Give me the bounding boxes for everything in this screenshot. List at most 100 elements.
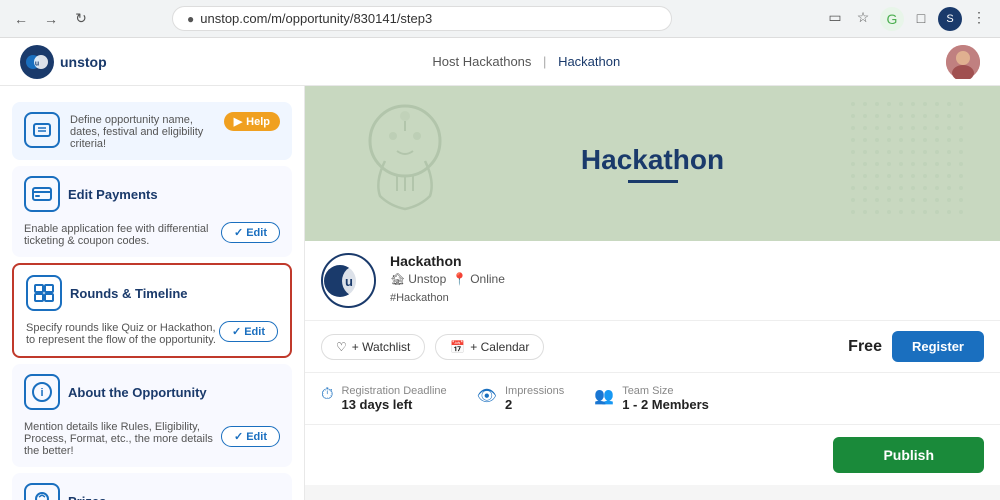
payments-edit-button[interactable]: ✓ Edit bbox=[221, 222, 280, 243]
clock-icon: ⏱ bbox=[321, 386, 333, 404]
team-icon: 👥 bbox=[594, 386, 614, 406]
building-icon: 🏚 bbox=[390, 272, 405, 286]
dots-pattern bbox=[850, 101, 970, 226]
rounds-edit-button[interactable]: ✓ Edit bbox=[219, 321, 278, 342]
deadline-value: 13 days left bbox=[341, 397, 446, 412]
back-button[interactable]: ← bbox=[10, 8, 32, 30]
stats-row: ⏱ Registration Deadline 13 days left 👁 I… bbox=[305, 373, 1000, 425]
cast-icon[interactable]: ▭ bbox=[824, 7, 846, 29]
extension-icon[interactable]: G bbox=[880, 7, 904, 31]
stat-deadline-text: Registration Deadline 13 days left bbox=[341, 385, 446, 412]
svg-text:u: u bbox=[35, 60, 39, 67]
breadcrumb-current: Hackathon bbox=[558, 54, 620, 69]
prizes-header: Prizes bbox=[24, 483, 280, 500]
hero-underline bbox=[628, 180, 678, 183]
publish-button[interactable]: Publish bbox=[833, 437, 984, 473]
sidebar: Define opportunity name, dates, festival… bbox=[0, 86, 305, 500]
main-content: Hackathon u Hackathon bbox=[305, 86, 1000, 500]
pencil-icon: ✓ bbox=[234, 226, 243, 239]
impressions-value: 2 bbox=[505, 397, 564, 412]
menu-icon[interactable]: ⋮ bbox=[968, 7, 990, 29]
watchlist-button[interactable]: ♡ + Watchlist bbox=[321, 334, 425, 360]
content-area: Define opportunity name, dates, festival… bbox=[0, 86, 1000, 500]
bookmark-icon[interactable]: ☆ bbox=[852, 7, 874, 29]
stat-teamsize-text: Team Size 1 - 2 Members bbox=[622, 385, 709, 412]
about-header: i About the Opportunity bbox=[24, 374, 280, 410]
prizes-title: Prizes bbox=[68, 494, 280, 500]
opp-info: u Hackathon 🏚 Unstop 📍 Online bbox=[305, 241, 1000, 321]
stat-impressions: 👁 Impressions 2 bbox=[477, 385, 565, 412]
help-label: Help bbox=[246, 116, 270, 128]
deadline-label: Registration Deadline bbox=[341, 385, 446, 397]
about-desc: Mention details like Rules, Eligibility,… bbox=[24, 421, 221, 457]
about-icon: i bbox=[24, 374, 60, 410]
org-item: 🏚 Unstop bbox=[390, 272, 446, 286]
browser-chrome: ← → ↻ ● unstop.com/m/opportunity/830141/… bbox=[0, 0, 1000, 38]
forward-button[interactable]: → bbox=[40, 8, 62, 30]
logo[interactable]: u unstop bbox=[20, 45, 107, 79]
rounds-edit-label: Edit bbox=[244, 326, 265, 338]
location-icon: 📍 bbox=[452, 272, 467, 286]
svg-text:i: i bbox=[40, 387, 43, 399]
address-bar[interactable]: ● unstop.com/m/opportunity/830141/step3 bbox=[172, 6, 672, 31]
payments-edit-label: Edit bbox=[246, 227, 267, 239]
define-icon bbox=[24, 112, 60, 148]
svg-text:u: u bbox=[345, 274, 353, 289]
define-desc: Define opportunity name, dates, festival… bbox=[70, 114, 214, 150]
sidebar-top-card: Define opportunity name, dates, festival… bbox=[12, 102, 292, 160]
about-edit-button[interactable]: ✓ Edit bbox=[221, 426, 280, 447]
nav-breadcrumb: Host Hackathons | Hackathon bbox=[107, 54, 946, 69]
hashtag: #Hackathon bbox=[390, 292, 984, 304]
opp-name: Hackathon bbox=[390, 253, 984, 269]
logo-circle: u bbox=[20, 45, 54, 79]
pencil-icon-2: ✓ bbox=[232, 325, 241, 338]
hero-title-container: Hackathon bbox=[581, 144, 724, 183]
reload-button[interactable]: ↻ bbox=[70, 8, 92, 30]
url-text: unstop.com/m/opportunity/830141/step3 bbox=[200, 11, 432, 26]
rounds-header: Rounds & Timeline bbox=[26, 275, 278, 311]
rounds-icon bbox=[26, 275, 62, 311]
stat-deadline: ⏱ Registration Deadline 13 days left bbox=[321, 385, 447, 412]
stat-teamsize: 👥 Team Size 1 - 2 Members bbox=[594, 385, 709, 412]
top-nav: u unstop Host Hackathons | Hackathon bbox=[0, 38, 1000, 86]
profile-icon[interactable]: S bbox=[938, 7, 962, 31]
hero-banner: Hackathon bbox=[305, 86, 1000, 241]
avatar[interactable] bbox=[946, 45, 980, 79]
actions-row: ♡ + Watchlist 📅 + Calendar Free Register bbox=[305, 321, 1000, 373]
opp-details: Hackathon 🏚 Unstop 📍 Online #Hackath bbox=[390, 253, 984, 308]
breadcrumb-separator: | bbox=[543, 54, 546, 69]
org-name: Unstop bbox=[408, 272, 446, 286]
app-container: u unstop Host Hackathons | Hackathon bbox=[0, 38, 1000, 500]
prizes-icon bbox=[24, 483, 60, 500]
hero-title: Hackathon bbox=[581, 144, 724, 176]
teamsize-label: Team Size bbox=[622, 385, 709, 397]
payments-title: Edit Payments bbox=[68, 187, 280, 202]
rounds-desc: Specify rounds like Quiz or Hackathon, t… bbox=[26, 322, 219, 346]
about-title: About the Opportunity bbox=[68, 385, 280, 400]
opp-meta: 🏚 Unstop 📍 Online bbox=[390, 272, 984, 286]
eye-icon: 👁 bbox=[477, 386, 497, 406]
pencil-icon-3: ✓ bbox=[234, 430, 243, 443]
sidebar-item-about: i About the Opportunity Mention details … bbox=[12, 364, 292, 467]
rounds-title: Rounds & Timeline bbox=[70, 286, 278, 301]
sidebar-item-payments: Edit Payments Enable application fee wit… bbox=[12, 166, 292, 257]
price-label: Free bbox=[848, 338, 882, 356]
payments-footer: Enable application fee with differential… bbox=[24, 218, 280, 247]
browser-actions: ▭ ☆ G □ S ⋮ bbox=[824, 7, 990, 31]
lock-icon: ● bbox=[187, 12, 194, 26]
preview-card: Hackathon u Hackathon bbox=[305, 86, 1000, 485]
calendar-button[interactable]: 📅 + Calendar bbox=[435, 334, 544, 360]
payments-icon bbox=[24, 176, 60, 212]
teamsize-value: 1 - 2 Members bbox=[622, 397, 709, 412]
hero-icon bbox=[355, 101, 455, 226]
puzzle-icon[interactable]: □ bbox=[910, 7, 932, 29]
publish-bar: Publish bbox=[305, 425, 1000, 485]
sidebar-card-text: Define opportunity name, dates, festival… bbox=[70, 112, 214, 150]
breadcrumb-host[interactable]: Host Hackathons bbox=[432, 54, 531, 69]
register-button[interactable]: Register bbox=[892, 331, 984, 362]
heart-icon: ♡ bbox=[336, 340, 347, 354]
help-toggle[interactable]: ▶ Help bbox=[224, 112, 280, 131]
sidebar-item-prizes: Prizes bbox=[12, 473, 292, 500]
rounds-footer: Specify rounds like Quiz or Hackathon, t… bbox=[26, 317, 278, 346]
watchlist-label: + Watchlist bbox=[352, 340, 411, 354]
